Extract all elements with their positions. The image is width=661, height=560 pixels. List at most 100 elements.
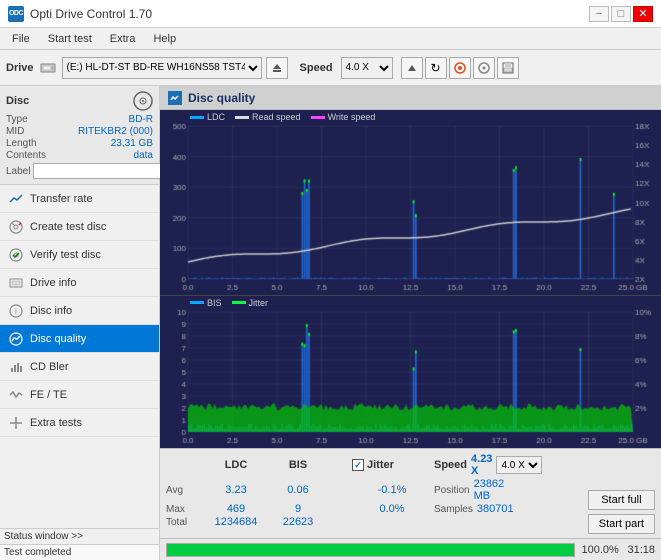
avg-ldc: 3.23 xyxy=(206,484,266,496)
write-speed-legend-label: Write speed xyxy=(328,112,376,122)
sidebar-item-drive-info[interactable]: Drive info xyxy=(0,269,159,297)
disc-label-input[interactable] xyxy=(33,163,167,179)
burn-button[interactable] xyxy=(449,57,471,79)
transfer-rate-label: Transfer rate xyxy=(30,193,93,205)
stats-total-row: Total 1234684 22623 xyxy=(166,516,582,528)
stats-table: LDC BIS ✓ Jitter Speed 4.23 X xyxy=(166,453,582,534)
bis-jitter-chart-canvas xyxy=(160,296,661,448)
disc-quality-header: Disc quality xyxy=(160,86,661,110)
sidebar-item-create-test-disc[interactable]: Create test disc xyxy=(0,213,159,241)
verify-disc-label: Verify test disc xyxy=(30,249,101,261)
sidebar-item-fe-te[interactable]: FE / TE xyxy=(0,381,159,409)
status-window-bar[interactable]: Status window >> xyxy=(0,528,159,544)
read-speed-legend: Read speed xyxy=(235,112,301,122)
sidebar-item-disc-quality[interactable]: Disc quality xyxy=(0,325,159,353)
avg-bis: 0.06 xyxy=(268,484,328,496)
jitter-checkbox-row: ✓ Jitter xyxy=(352,459,432,471)
max-bis: 9 xyxy=(268,503,328,515)
app-title: Opti Drive Control 1.70 xyxy=(30,7,152,21)
start-part-button[interactable]: Start part xyxy=(588,514,655,534)
sidebar-item-extra-tests[interactable]: Extra tests xyxy=(0,409,159,437)
close-button[interactable]: ✕ xyxy=(633,6,653,22)
extra-tests-icon xyxy=(8,415,24,431)
disc-quality-panel-title: Disc quality xyxy=(188,91,255,105)
transfer-rate-icon xyxy=(8,191,24,207)
samples-label: Samples xyxy=(434,504,473,515)
speed-col: Speed 4.23 X 4.0 X xyxy=(434,453,504,477)
disc-panel: Disc Type BD-R MID RITEKBR2 (000) Length… xyxy=(0,86,159,185)
write-speed-legend: Write speed xyxy=(311,112,376,122)
cd-bler-icon xyxy=(8,359,24,375)
length-label: Length xyxy=(6,138,37,149)
menu-start-test[interactable]: Start test xyxy=(40,31,100,47)
sidebar-item-transfer-rate[interactable]: Transfer rate xyxy=(0,185,159,213)
stats-header-row: LDC BIS ✓ Jitter Speed 4.23 X xyxy=(166,453,582,477)
refresh-button[interactable]: ↻ xyxy=(425,57,447,79)
eject-button[interactable] xyxy=(266,57,288,79)
verify-disc-icon xyxy=(8,247,24,263)
fe-te-icon xyxy=(8,387,24,403)
disc-info-label: Disc info xyxy=(30,305,72,317)
top-legend: LDC Read speed Write speed xyxy=(190,112,651,122)
bottom-chart: BIS Jitter xyxy=(160,296,661,448)
bottom-legend: BIS Jitter xyxy=(190,298,651,308)
sidebar-item-verify-test-disc[interactable]: Verify test disc xyxy=(0,241,159,269)
maximize-button[interactable]: □ xyxy=(611,6,631,22)
sidebar: Disc Type BD-R MID RITEKBR2 (000) Length… xyxy=(0,86,160,560)
drive-label: Drive xyxy=(6,62,34,74)
top-y-left-axis xyxy=(160,110,188,279)
svg-text:i: i xyxy=(15,307,17,316)
bottom-x-axis xyxy=(188,434,633,448)
menu-help[interactable]: Help xyxy=(145,31,184,47)
stats-avg-row: Avg 3.23 0.06 -0.1% Position 23862 MB xyxy=(166,478,582,502)
type-value: BD-R xyxy=(129,114,153,125)
drive-selector[interactable]: (E:) HL-DT-ST BD-RE WH16NS58 TST4 xyxy=(62,57,262,79)
disc-section-icon xyxy=(133,91,153,111)
menu-file[interactable]: File xyxy=(4,31,38,47)
jitter-color xyxy=(232,301,246,304)
write-speed-color xyxy=(311,116,325,119)
create-disc-icon xyxy=(8,219,24,235)
read-speed-legend-label: Read speed xyxy=(252,112,301,122)
extra-tests-label: Extra tests xyxy=(30,417,82,429)
create-disc-label: Create test disc xyxy=(30,221,106,233)
type-label: Type xyxy=(6,114,28,125)
samples-value: 380701 xyxy=(477,503,514,515)
speed-up-button[interactable] xyxy=(401,57,423,79)
sidebar-item-cd-bler[interactable]: CD Bler xyxy=(0,353,159,381)
contents-label: Contents xyxy=(6,150,46,161)
menu-extra[interactable]: Extra xyxy=(102,31,144,47)
save-button[interactable] xyxy=(497,57,519,79)
total-bis: 22623 xyxy=(268,516,328,528)
length-value: 23,31 GB xyxy=(111,138,153,149)
mid-value: RITEKBR2 (000) xyxy=(78,126,153,137)
start-full-button[interactable]: Start full xyxy=(588,490,655,510)
top-y-right-axis xyxy=(633,110,661,279)
samples-row: Samples 380701 xyxy=(434,503,504,515)
progress-percent: 100.0% xyxy=(581,544,621,556)
jitter-checkbox[interactable]: ✓ xyxy=(352,459,364,471)
mid-label: MID xyxy=(6,126,24,137)
jitter-legend: Jitter xyxy=(232,298,269,308)
stats-bar: LDC BIS ✓ Jitter Speed 4.23 X xyxy=(160,448,661,538)
sidebar-item-disc-info[interactable]: i Disc info xyxy=(0,297,159,325)
avg-jitter: -0.1% xyxy=(352,484,432,496)
drive-info-icon xyxy=(8,275,24,291)
bis-legend: BIS xyxy=(190,298,222,308)
nav-items: Transfer rate Create test disc Verify te… xyxy=(0,185,159,528)
sidebar-status: Test completed xyxy=(0,544,159,560)
speed-label: Speed xyxy=(300,62,333,74)
position-value: 23862 MB xyxy=(474,478,505,502)
app-icon: ODC xyxy=(8,6,24,22)
disc-button[interactable] xyxy=(473,57,495,79)
jitter-checkmark: ✓ xyxy=(354,460,362,471)
speed-selector[interactable]: 4.0 X xyxy=(341,57,393,79)
drive-icon xyxy=(40,60,56,76)
status-window-label: Status window >> xyxy=(4,531,83,542)
bottom-y-left-axis xyxy=(160,296,188,432)
stats-speed-selector[interactable]: 4.0 X xyxy=(496,456,542,474)
main-content: Disc Type BD-R MID RITEKBR2 (000) Length… xyxy=(0,86,661,560)
minimize-button[interactable]: − xyxy=(589,6,609,22)
cd-bler-label: CD Bler xyxy=(30,361,69,373)
top-chart: LDC Read speed Write speed xyxy=(160,110,661,296)
